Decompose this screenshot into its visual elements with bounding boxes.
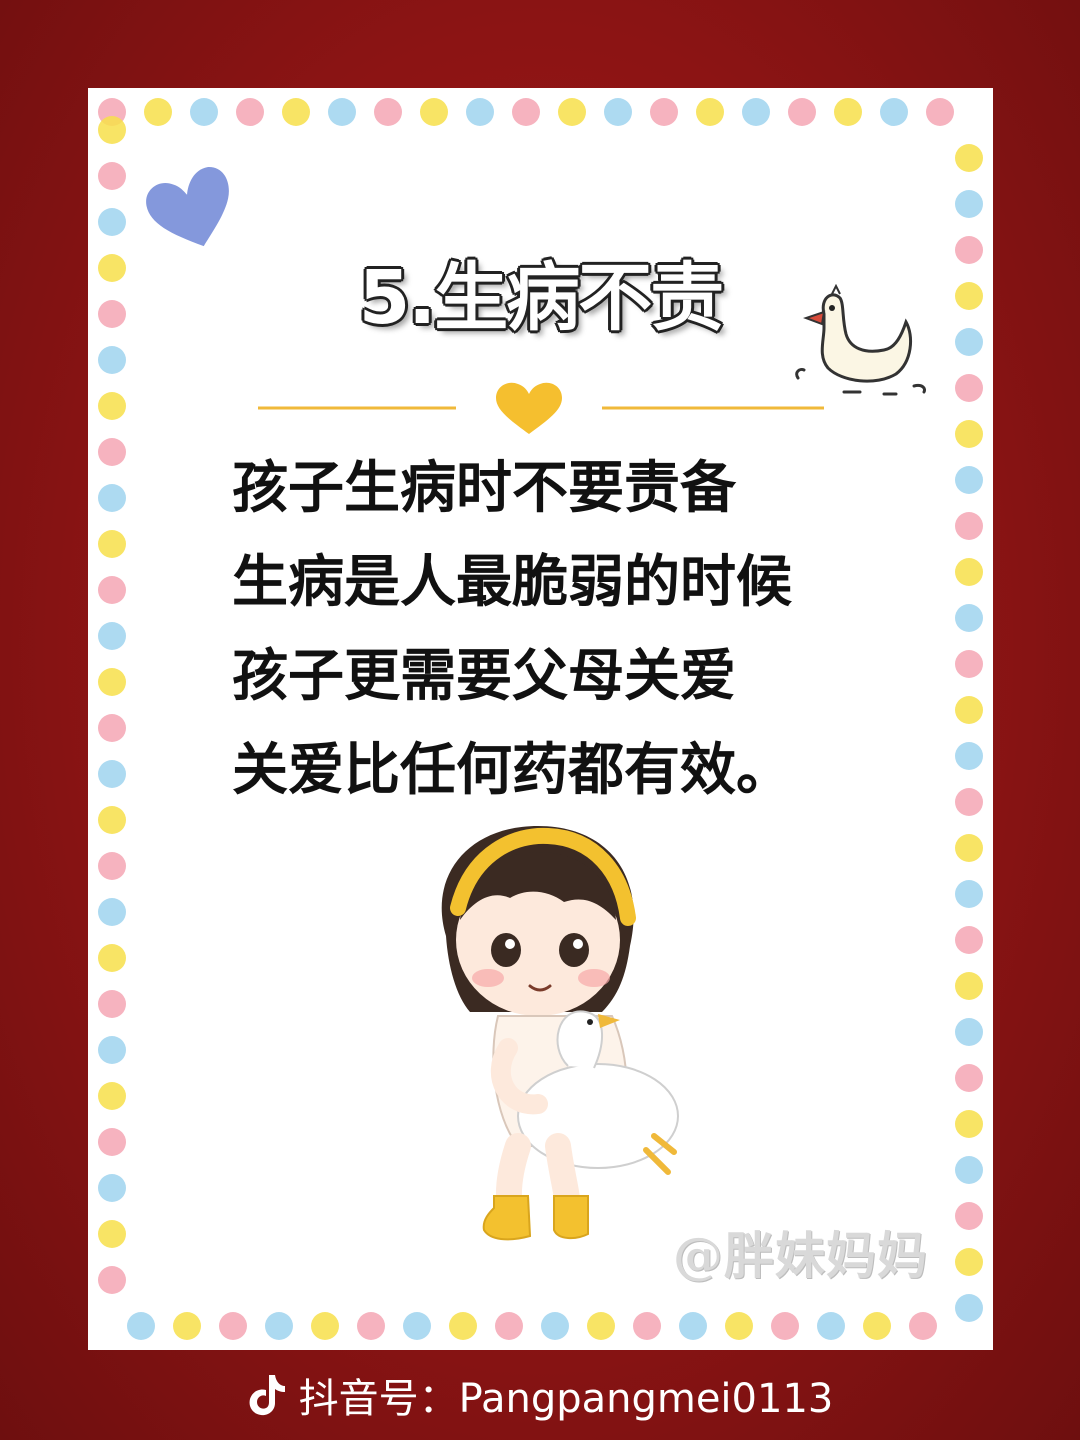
- border-dot: [604, 98, 632, 126]
- border-dot: [955, 466, 983, 494]
- border-dot: [236, 98, 264, 126]
- border-dot: [679, 1312, 707, 1340]
- border-dot: [541, 1312, 569, 1340]
- border-dot: [955, 604, 983, 632]
- border-dot: [955, 512, 983, 540]
- border-dot: [98, 760, 126, 788]
- border-dot: [955, 1156, 983, 1184]
- border-dot: [909, 1312, 937, 1340]
- border-dot: [98, 852, 126, 880]
- gold-heart-divider: [258, 382, 824, 434]
- border-dot: [955, 834, 983, 862]
- border-dot: [190, 98, 218, 126]
- border-dot: [955, 1202, 983, 1230]
- footer-label: 抖音号：Pangpangmei0113: [298, 1376, 834, 1422]
- border-dot: [98, 1220, 126, 1248]
- border-dot: [311, 1312, 339, 1340]
- border-dot: [955, 1248, 983, 1276]
- border-dot: [955, 144, 983, 172]
- border-dot: [98, 162, 126, 190]
- border-dot: [955, 558, 983, 586]
- border-dot: [926, 98, 954, 126]
- border-dot: [144, 98, 172, 126]
- border-dot: [817, 1312, 845, 1340]
- border-dot: [420, 98, 448, 126]
- border-dot: [880, 98, 908, 126]
- border-dot: [282, 98, 310, 126]
- border-dot: [587, 1312, 615, 1340]
- border-dot: [98, 530, 126, 558]
- border-dot: [265, 1312, 293, 1340]
- border-dot: [98, 1128, 126, 1156]
- border-dot: [650, 98, 678, 126]
- border-dot: [98, 1266, 126, 1294]
- border-dot: [328, 98, 356, 126]
- border-dot: [374, 98, 402, 126]
- border-dot: [742, 98, 770, 126]
- body-line: 孩子更需要父母关爱: [232, 644, 736, 709]
- border-dot: [449, 1312, 477, 1340]
- poster-card: 5.生病不责 孩子生病时不要责备 生病是人最脆弱的时候 孩子更需要父母关爱 关爱…: [88, 88, 993, 1350]
- border-dot: [955, 972, 983, 1000]
- border-dot: [834, 98, 862, 126]
- border-dot: [955, 742, 983, 770]
- border-dot: [98, 714, 126, 742]
- border-dot: [219, 1312, 247, 1340]
- body-line: 生病是人最脆弱的时候: [232, 550, 792, 615]
- border-dot: [98, 668, 126, 696]
- border-dot: [98, 944, 126, 972]
- border-dot: [955, 926, 983, 954]
- girl-with-goose-illustration: [441, 826, 679, 1241]
- border-dot: [955, 1018, 983, 1046]
- border-dot: [98, 208, 126, 236]
- border-dot: [98, 1036, 126, 1064]
- border-dot: [955, 1064, 983, 1092]
- border-dot: [696, 98, 724, 126]
- border-dot: [98, 392, 126, 420]
- border-dot: [98, 576, 126, 604]
- border-dot: [173, 1312, 201, 1340]
- body-line: 孩子生病时不要责备: [232, 456, 736, 521]
- border-dot: [98, 1174, 126, 1202]
- border-dot: [955, 788, 983, 816]
- border-dot: [98, 1082, 126, 1110]
- border-dot: [466, 98, 494, 126]
- border-dot: [955, 1294, 983, 1322]
- tiktok-icon: [249, 1375, 285, 1416]
- border-dot: [98, 622, 126, 650]
- border-dot: [98, 116, 126, 144]
- border-dot: [955, 1110, 983, 1138]
- border-dot: [98, 898, 126, 926]
- border-dot: [98, 346, 126, 374]
- border-dot: [955, 420, 983, 448]
- border-dot: [512, 98, 540, 126]
- border-dot: [771, 1312, 799, 1340]
- body-text: 孩子生病时不要责备 生病是人最脆弱的时候 孩子更需要父母关爱 关爱比任何药都有效…: [232, 442, 932, 818]
- border-dot: [98, 484, 126, 512]
- border-dot: [403, 1312, 431, 1340]
- border-dot: [357, 1312, 385, 1340]
- border-dot: [955, 374, 983, 402]
- author-watermark: @胖妹妈妈: [673, 1226, 928, 1285]
- border-dot: [558, 98, 586, 126]
- border-dot: [863, 1312, 891, 1340]
- border-dot: [725, 1312, 753, 1340]
- border-dot: [98, 438, 126, 466]
- border-dot: [633, 1312, 661, 1340]
- border-dot: [98, 990, 126, 1018]
- body-line: 关爱比任何药都有效。: [232, 738, 792, 803]
- footer-bar: 抖音号：Pangpangmei0113: [0, 1350, 1080, 1440]
- border-dot: [98, 806, 126, 834]
- border-dot: [495, 1312, 523, 1340]
- border-dot: [955, 696, 983, 724]
- border-dot: [788, 98, 816, 126]
- border-dot: [955, 880, 983, 908]
- heart-gold-icon: [496, 382, 562, 434]
- border-dot: [955, 190, 983, 218]
- border-dot: [127, 1312, 155, 1340]
- border-dot: [955, 650, 983, 678]
